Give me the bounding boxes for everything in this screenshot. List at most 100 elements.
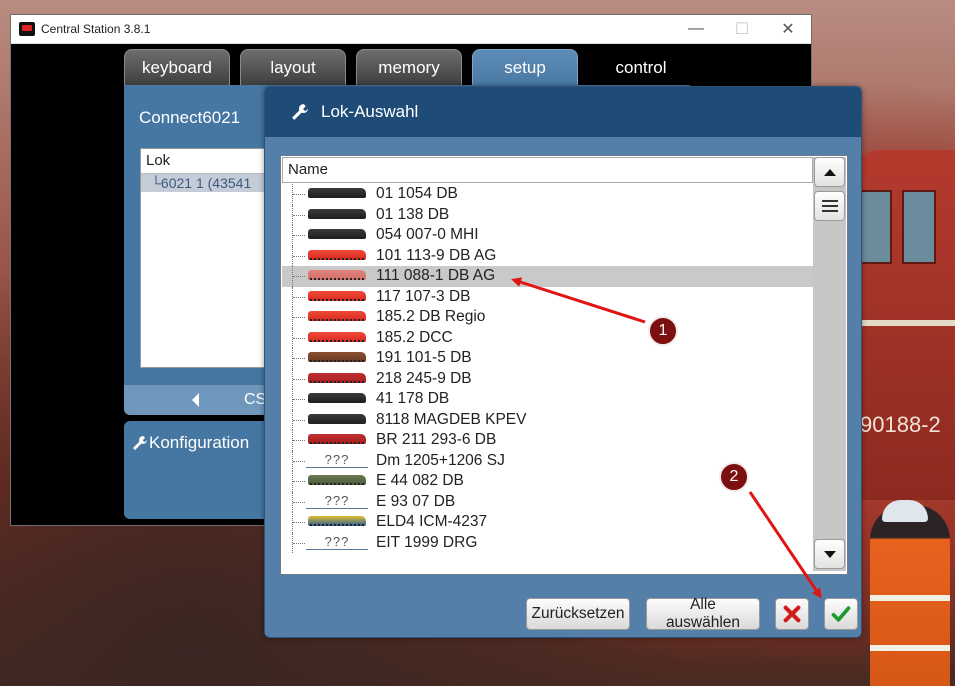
loco-list-item[interactable]: 01 138 DB — [282, 204, 813, 225]
unknown-loco-icon: ??? — [306, 535, 368, 551]
electric-loco-brown-icon — [306, 350, 368, 366]
electric-loco-red-icon — [306, 289, 368, 305]
loco-name: 185.2 DCC — [376, 328, 453, 346]
loco-name: 41 178 DB — [376, 390, 450, 408]
steam-loco-black-icon — [306, 391, 368, 407]
maximize-button[interactable]: ☐ — [719, 15, 765, 43]
tab-setup[interactable]: setup — [472, 49, 578, 85]
tree-connector — [292, 512, 307, 533]
loco-list-item[interactable]: 218 245-9 DB — [282, 368, 813, 389]
footer-label: CS — [244, 391, 267, 408]
steam-loco-black-icon — [306, 227, 368, 243]
loco-name: 8118 MAGDEB KPEV — [376, 410, 527, 428]
dialog-footer: Zurücksetzen Alle auswählen — [265, 592, 861, 637]
loco-list-item[interactable]: 41 178 DB — [282, 389, 813, 410]
tree-connector — [292, 286, 307, 307]
scrollbar[interactable] — [813, 157, 846, 571]
menu-icon — [821, 200, 838, 212]
minimize-button[interactable]: — — [673, 15, 719, 43]
loco-name: 218 245-9 DB — [376, 369, 472, 387]
arrow-down-icon — [823, 550, 836, 558]
annotation-badge-1: 1 — [648, 316, 678, 346]
loco-name: EIT 1999 DRG — [376, 533, 478, 551]
steam-loco-black-icon — [306, 186, 368, 202]
electric-loco-red-icon — [306, 330, 368, 346]
electric-loco-red-icon — [306, 248, 368, 264]
loco-list-item[interactable]: 117 107-3 DB — [282, 286, 813, 307]
title-bar: Central Station 3.8.1 — ☐ ✕ — [11, 15, 811, 44]
loco-list-item[interactable]: 01 1054 DB — [282, 184, 813, 205]
steam-loco-black-icon — [306, 412, 368, 428]
loco-list-item[interactable]: 054 007-0 MHI — [282, 225, 813, 246]
tree-connector — [292, 348, 307, 369]
diesel-loco-red-icon — [306, 371, 368, 387]
confirm-button[interactable] — [824, 598, 858, 630]
tab-layout[interactable]: layout — [240, 49, 346, 85]
loco-list-item[interactable]: 185.2 DB Regio — [282, 307, 813, 328]
tab-memory[interactable]: memory — [356, 49, 462, 85]
cancel-button[interactable] — [775, 598, 809, 630]
dialog-title: Lok-Auswahl — [321, 102, 419, 121]
close-window-button[interactable]: ✕ — [765, 15, 811, 43]
loco-list-item[interactable]: ??? EIT 1999 DRG — [282, 532, 813, 553]
loco-list-item[interactable]: BR 211 293-6 DB — [282, 430, 813, 451]
wrench-icon — [292, 104, 308, 120]
close-icon: ✕ — [781, 21, 795, 38]
railcar-blue-icon — [306, 514, 368, 530]
select-all-button[interactable]: Alle auswählen — [646, 596, 760, 631]
diesel-loco-red-icon — [306, 432, 368, 448]
config-label: Konfiguration — [149, 433, 250, 452]
tab-bar: keyboard layout memory setup control — [124, 49, 694, 85]
tree-connector — [292, 245, 307, 266]
loco-name: 185.2 DB Regio — [376, 308, 486, 326]
tree-connector — [292, 327, 307, 348]
tab-keyboard[interactable]: keyboard — [124, 49, 230, 85]
loco-name: 01 138 DB — [376, 205, 450, 223]
loco-list-item[interactable]: ELD4 ICM-4237 — [282, 512, 813, 533]
app-icon — [19, 22, 35, 36]
loco-name: 117 107-3 DB — [376, 287, 471, 305]
panel-title: Connect6021 — [139, 108, 241, 127]
menu-button[interactable] — [814, 191, 845, 221]
tree-connector — [292, 389, 307, 410]
loco-list-item[interactable]: 185.2 DCC — [282, 327, 813, 348]
lok-selection-dialog: Lok-Auswahl Name 01 1054 DB 01 138 DB 054 … — [264, 86, 862, 638]
loco-list-item[interactable]: 101 113-9 DB AG — [282, 245, 813, 266]
unknown-loco-icon: ??? — [306, 494, 368, 510]
cancel-x-icon — [783, 605, 801, 623]
tree-connector — [292, 491, 307, 512]
tree-connector — [292, 368, 307, 389]
tree-connector — [292, 307, 307, 328]
window-title: Central Station 3.8.1 — [41, 22, 151, 36]
background-locomotive: 90188-2 — [850, 150, 955, 500]
minimize-icon: — — [688, 20, 704, 37]
loco-list-item[interactable]: 8118 MAGDEB KPEV — [282, 409, 813, 430]
lok-entry-label: 6021 1 (43541 — [160, 175, 252, 191]
unknown-loco-icon: ??? — [306, 453, 368, 469]
loco-name: ELD4 ICM-4237 — [376, 513, 488, 531]
scroll-up-button[interactable] — [814, 157, 845, 187]
prev-arrow-icon[interactable] — [192, 393, 199, 407]
tree-connector — [292, 409, 307, 430]
loco-list-item[interactable]: 191 101-5 DB — [282, 348, 813, 369]
tab-control[interactable]: control — [588, 49, 694, 85]
tree-connector — [292, 204, 307, 225]
arrow-up-icon — [823, 168, 836, 176]
tree-connector — [292, 184, 307, 205]
loco-list-item[interactable]: 111 088-1 DB AG — [282, 266, 813, 287]
loco-name: E 93 07 DB — [376, 492, 456, 510]
maximize-icon: ☐ — [734, 21, 750, 38]
electric-loco-red-icon — [306, 268, 368, 284]
loco-list-item[interactable]: ??? E 93 07 DB — [282, 491, 813, 512]
tree-connector — [292, 266, 307, 287]
tree-connector — [292, 225, 307, 246]
column-header-name[interactable]: Name — [282, 157, 813, 183]
wrench-icon — [133, 436, 147, 450]
loco-name: 101 113-9 DB AG — [376, 246, 497, 264]
electric-loco-green-icon — [306, 473, 368, 489]
loco-name: BR 211 293-6 DB — [376, 431, 497, 449]
reset-button[interactable]: Zurücksetzen — [526, 598, 630, 630]
tree-connector — [292, 430, 307, 451]
tree-connector — [292, 532, 307, 553]
scroll-down-button[interactable] — [814, 539, 845, 569]
